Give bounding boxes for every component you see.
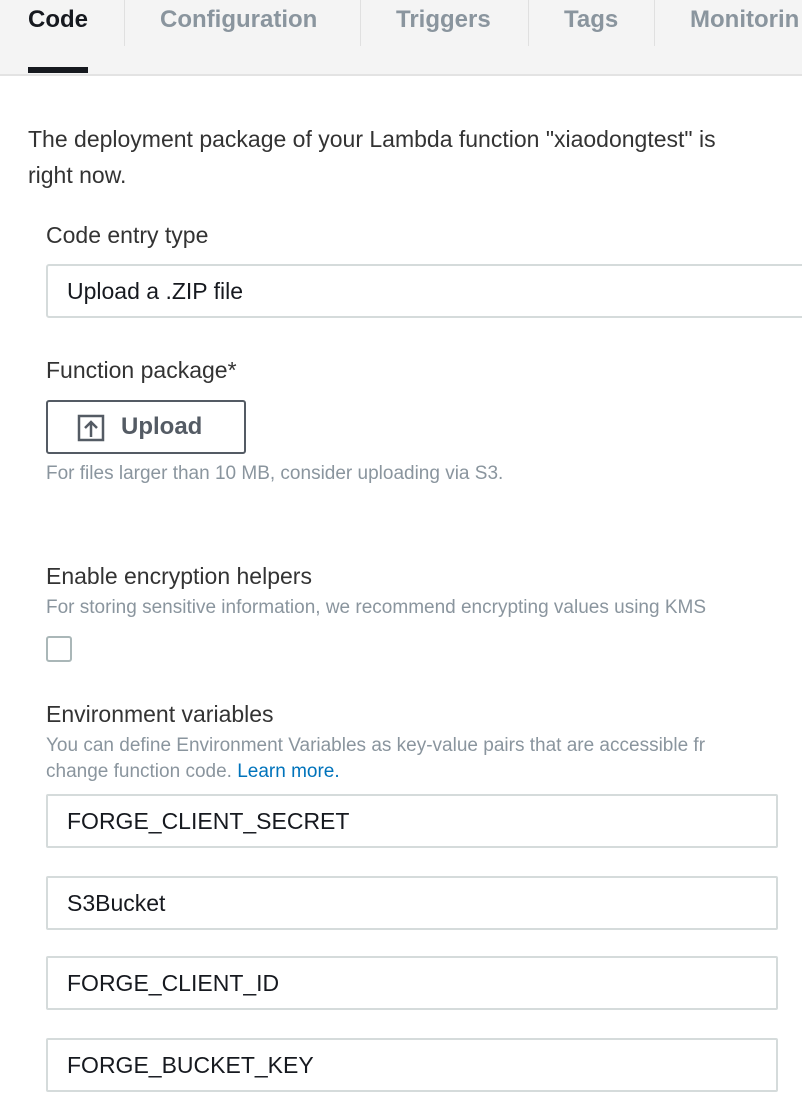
env-hint-text: change function code. (46, 761, 232, 782)
tab-monitoring[interactable]: Monitorin (690, 0, 799, 40)
tab-divider (654, 0, 655, 46)
tab-bar: Code Configuration Triggers Tags Monitor… (0, 0, 802, 76)
notice-line-1: The deployment package of your Lambda fu… (28, 126, 716, 152)
env-hint-line-1: You can define Environment Variables as … (46, 735, 706, 756)
active-tab-indicator (28, 67, 88, 73)
tab-configuration[interactable]: Configuration (160, 0, 317, 40)
learn-more-link[interactable]: Learn more. (237, 761, 339, 782)
tab-divider (360, 0, 361, 46)
tab-divider (528, 0, 529, 46)
tab-divider (124, 0, 125, 46)
notice-line-2: right now. (28, 162, 127, 188)
environment-variables-label: Environment variables (46, 701, 274, 727)
env-key-input[interactable]: FORGE_BUCKET_KEY (46, 1038, 778, 1092)
environment-variables-hint: You can define Environment Variables as … (46, 733, 705, 785)
deployment-package-notice: The deployment package of your Lambda fu… (28, 121, 802, 193)
upload-button[interactable]: Upload (46, 400, 246, 454)
env-key-input[interactable]: FORGE_CLIENT_SECRET (46, 794, 778, 848)
encryption-helpers-hint: For storing sensitive information, we re… (46, 597, 707, 618)
tab-tags[interactable]: Tags (564, 0, 618, 40)
encryption-helpers-checkbox[interactable] (46, 636, 72, 662)
code-entry-type-label: Code entry type (46, 222, 209, 248)
code-entry-type-select[interactable]: Upload a .ZIP file (46, 264, 802, 318)
lambda-code-panel: Code Configuration Triggers Tags Monitor… (0, 0, 802, 1118)
upload-button-label: Upload (121, 413, 203, 440)
env-key-input[interactable]: FORGE_CLIENT_ID (46, 956, 778, 1010)
upload-icon (77, 414, 105, 442)
function-package-hint: For files larger than 10 MB, consider up… (46, 463, 504, 484)
tab-code[interactable]: Code (28, 0, 88, 40)
env-hint-line-2: change function code. Learn more. (46, 759, 705, 785)
function-package-label: Function package* (46, 357, 237, 383)
encryption-helpers-label: Enable encryption helpers (46, 563, 312, 589)
env-key-input[interactable]: S3Bucket (46, 876, 778, 930)
tab-triggers[interactable]: Triggers (396, 0, 491, 40)
